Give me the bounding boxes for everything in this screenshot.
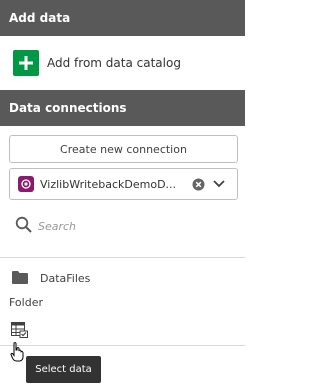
plus-icon [13, 50, 39, 76]
folder-subtitle: Folder [9, 296, 43, 309]
create-connection-button[interactable]: Create new connection [9, 135, 238, 163]
search-icon [15, 216, 32, 237]
database-icon [18, 176, 34, 192]
folder-icon [12, 269, 28, 288]
search-bar [15, 216, 198, 236]
data-connections-header: Data connections [0, 90, 245, 126]
add-data-title: Add data [9, 11, 71, 25]
add-from-catalog-button[interactable]: Add from data catalog [0, 36, 245, 90]
divider [0, 257, 245, 258]
divider [0, 345, 245, 346]
connection-select[interactable]: VizlibWritebackDemoD... [9, 168, 238, 200]
tooltip-text: Select data [35, 364, 92, 375]
add-data-header: Add data [0, 0, 245, 36]
data-connections-title: Data connections [9, 101, 127, 115]
chevron-down-icon[interactable] [213, 180, 225, 188]
hand-cursor-icon [10, 342, 26, 366]
folder-name: DataFiles [40, 272, 91, 285]
folder-item[interactable]: DataFiles [12, 269, 90, 288]
add-from-catalog-label: Add from data catalog [47, 56, 181, 70]
connection-name: VizlibWritebackDemoD... [40, 177, 177, 191]
search-input[interactable] [38, 219, 198, 233]
clear-icon[interactable] [192, 178, 205, 191]
select-data-tooltip: Select data [26, 356, 101, 383]
select-data-icon[interactable] [11, 322, 28, 342]
